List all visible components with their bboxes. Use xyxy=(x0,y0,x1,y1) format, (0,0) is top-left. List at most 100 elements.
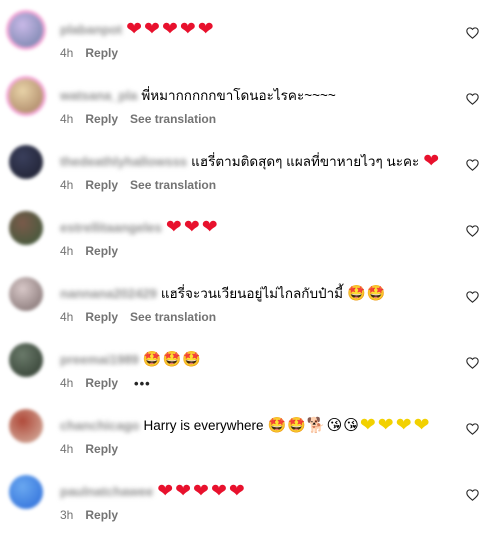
username[interactable]: preemai1989 xyxy=(60,352,139,367)
yellow-heart-emoji: ❤ xyxy=(359,414,376,436)
comment-meta: 4h Reply See translation xyxy=(60,177,216,193)
username[interactable]: watsana_pla xyxy=(60,88,137,103)
avatar[interactable] xyxy=(9,343,43,377)
like-heart-icon[interactable] xyxy=(465,488,479,502)
avatar[interactable] xyxy=(9,211,43,245)
dog-emoji: 🐕 xyxy=(306,416,326,434)
comment-body: paulnatchawee ❤ ❤ ❤ ❤ ❤ xyxy=(60,480,449,502)
heart-emoji: ❤ xyxy=(157,480,174,502)
heart-emoji: ❤ xyxy=(183,216,200,238)
comment-row: chanchicago Harry is everywhere 🤩 🤩 🐕 😘 😘 ❤ ❤ ❤ ❤ 4… xyxy=(0,396,489,462)
avatar[interactable] xyxy=(9,409,43,443)
like-heart-icon[interactable] xyxy=(465,158,479,172)
comment-body: thedeathlyhallowsss แฮรี่ตามติดสุดๆ แผลที… xyxy=(60,150,449,172)
comment-meta: 4h Reply xyxy=(60,45,130,61)
comment-meta: 4h Reply xyxy=(60,243,130,259)
reply-button[interactable]: Reply xyxy=(85,508,118,522)
like-heart-icon[interactable] xyxy=(465,92,479,106)
more-options-button[interactable]: ••• xyxy=(134,376,151,391)
heart-emoji: ❤ xyxy=(179,18,196,40)
reply-button[interactable]: Reply xyxy=(85,310,118,324)
yellow-heart-emoji: ❤ xyxy=(395,414,412,436)
username[interactable]: paulnatchawee xyxy=(60,484,153,499)
reply-button[interactable]: Reply xyxy=(85,244,118,258)
avatar[interactable] xyxy=(9,277,43,311)
star-eyes-emoji: 🤩 xyxy=(182,350,201,368)
heart-emoji: ❤ xyxy=(210,480,227,502)
star-eyes-emoji: 🤩 xyxy=(142,350,162,368)
username[interactable]: estrellitaangeles xyxy=(60,220,162,235)
like-heart-icon[interactable] xyxy=(465,290,479,304)
comment-row: estrellitaangeles ❤ ❤ ❤ 4h Reply xyxy=(0,198,489,264)
comment-meta: 3h Reply xyxy=(60,507,130,523)
timestamp: 4h xyxy=(60,376,74,390)
comments-list: plabanpot ❤ ❤ ❤ ❤ ❤ 4h Reply watsana_pla พี่หมากก… xyxy=(0,0,489,537)
heart-emoji: ❤ xyxy=(197,18,214,40)
comment-row: thedeathlyhallowsss แฮรี่ตามติดสุดๆ แผลที… xyxy=(0,132,489,198)
emoji-group: 🤩 🤩 🤩 xyxy=(143,352,202,367)
timestamp: 3h xyxy=(60,508,74,522)
comment-row: paulnatchawee ❤ ❤ ❤ ❤ ❤ 3h Reply xyxy=(0,462,489,528)
heart-emoji: ❤ xyxy=(193,480,209,502)
comment-meta: 4h Reply See translation xyxy=(60,111,216,127)
comment-row: nannana202429 แฮรี่จะวนเวียนอยู่ไม่ไกลกับ… xyxy=(0,264,489,330)
like-heart-icon[interactable] xyxy=(465,422,479,436)
star-eyes-emoji: 🤩 xyxy=(287,416,306,434)
star-eyes-emoji: 🤩 xyxy=(267,416,287,434)
reply-button[interactable]: Reply xyxy=(85,46,118,60)
star-eyes-emoji: 🤩 xyxy=(366,284,386,302)
heart-emoji: ❤ xyxy=(175,480,192,502)
see-translation-button[interactable]: See translation xyxy=(130,178,216,192)
username[interactable]: chanchicago xyxy=(60,418,139,433)
comment-body: plabanpot ❤ ❤ ❤ ❤ ❤ xyxy=(60,18,449,40)
username[interactable]: thedeathlyhallowsss xyxy=(60,154,187,169)
like-heart-icon[interactable] xyxy=(465,356,479,370)
comment-body: watsana_pla พี่หมากกกกกขาโดนอะไรคะ~~~~ xyxy=(60,84,449,106)
emoji-group: ❤ ❤ ❤ ❤ ❤ xyxy=(126,20,216,39)
like-heart-icon[interactable] xyxy=(465,224,479,238)
timestamp: 4h xyxy=(60,310,74,324)
emoji-group: 🤩 🤩 🐕 😘 😘 ❤ ❤ ❤ ❤ xyxy=(268,416,432,435)
comment-meta: 4h Reply xyxy=(60,441,130,457)
avatar[interactable] xyxy=(9,145,43,179)
heart-emoji: ❤ xyxy=(228,480,245,502)
kiss-face-emoji: 😘 xyxy=(343,416,359,434)
star-eyes-emoji: 🤩 xyxy=(162,350,182,368)
comment-text: พี่หมากกกกกขาโดนอะไรคะ~~~~ xyxy=(141,88,336,103)
avatar[interactable] xyxy=(9,475,43,509)
reply-button[interactable]: Reply xyxy=(85,442,118,456)
comment-meta: 4h Reply See translation xyxy=(60,309,216,325)
avatar[interactable] xyxy=(9,79,43,113)
star-eyes-emoji: 🤩 xyxy=(347,284,366,302)
comment-body: estrellitaangeles ❤ ❤ ❤ xyxy=(60,216,449,238)
reply-button[interactable]: Reply xyxy=(85,376,118,390)
username[interactable]: plabanpot xyxy=(60,22,122,37)
comment-text: แฮรี่จะวนเวียนอยู่ไม่ไกลกับป๋ามี้ xyxy=(160,286,344,301)
reply-button[interactable]: Reply xyxy=(85,178,118,192)
comment-row: preemai1989 🤩 🤩 🤩 4h Reply ••• xyxy=(0,330,489,396)
emoji-group: ❤ xyxy=(423,152,441,171)
like-heart-icon[interactable] xyxy=(465,26,479,40)
timestamp: 4h xyxy=(60,46,74,60)
comment-text: แฮรี่ตามติดสุดๆ แผลที่ขาหายไวๆ นะคะ xyxy=(191,154,420,169)
comment-text: Harry is everywhere xyxy=(143,417,264,433)
timestamp: 4h xyxy=(60,178,74,192)
see-translation-button[interactable]: See translation xyxy=(130,310,216,324)
comment-row: plabanpot ❤ ❤ ❤ ❤ ❤ 4h Reply xyxy=(0,0,489,66)
heart-emoji: ❤ xyxy=(165,216,182,238)
comment-body: preemai1989 🤩 🤩 🤩 xyxy=(60,348,449,370)
kiss-face-emoji: 😘 xyxy=(326,416,343,434)
heart-emoji: ❤ xyxy=(201,216,218,238)
avatar[interactable] xyxy=(9,13,43,47)
reply-button[interactable]: Reply xyxy=(85,112,118,126)
emoji-group: ❤ ❤ ❤ ❤ ❤ xyxy=(157,482,247,501)
heart-emoji: ❤ xyxy=(126,18,143,40)
heart-emoji: ❤ xyxy=(423,150,440,172)
yellow-heart-emoji: ❤ xyxy=(413,414,430,436)
username[interactable]: nannana202429 xyxy=(60,286,157,301)
see-translation-button[interactable]: See translation xyxy=(130,112,216,126)
heart-emoji: ❤ xyxy=(144,18,160,40)
yellow-heart-emoji: ❤ xyxy=(377,414,394,436)
heart-emoji: ❤ xyxy=(161,18,178,40)
timestamp: 4h xyxy=(60,112,74,126)
